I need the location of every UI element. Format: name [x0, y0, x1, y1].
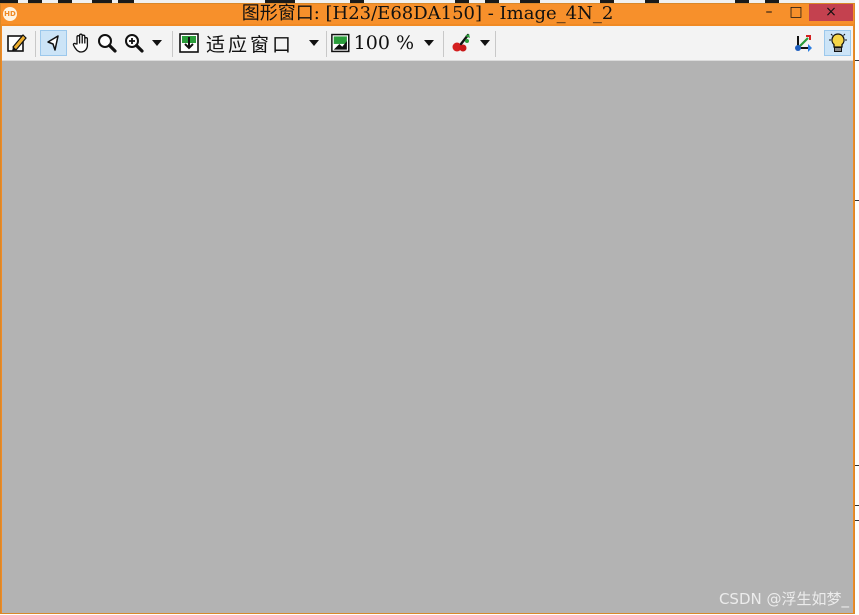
separator: [443, 31, 444, 57]
zoom-level-dropdown-button[interactable]: [419, 30, 439, 56]
chevron-down-icon: [424, 40, 434, 46]
chevron-down-icon: [309, 40, 319, 46]
separator: [326, 31, 327, 57]
zoom-dropdown-button[interactable]: [148, 30, 166, 56]
actual-size-icon: [331, 33, 350, 53]
watermark: CSDN @浮生如梦_: [718, 590, 849, 608]
edit-button[interactable]: [4, 30, 30, 56]
coordinate-axes-icon: [795, 35, 812, 52]
fit-window-label: 适应窗口: [206, 33, 295, 56]
zoom-level-label: 100 %: [353, 32, 414, 54]
magnify-tool-button[interactable]: [95, 30, 119, 56]
graphics-window: HD 图形窗口: [H23/E68DA150] - Image_4N_2 – □…: [0, 3, 855, 614]
zoom-in-button[interactable]: [121, 30, 147, 56]
background-window-edge: [855, 0, 859, 615]
toolbar: 适应窗口 100 %: [2, 26, 853, 61]
axis-coordinates-button[interactable]: [791, 30, 815, 56]
minimize-button[interactable]: –: [758, 4, 780, 21]
image-display-canvas[interactable]: CSDN @浮生如梦_: [2, 61, 853, 613]
pan-tool-button[interactable]: [69, 30, 94, 56]
pointer-tool-button[interactable]: [40, 30, 67, 56]
fit-window-icon: [179, 33, 199, 53]
hand-pan-icon: [72, 33, 88, 53]
separator: [172, 31, 173, 57]
chevron-down-icon: [152, 40, 162, 46]
magnifier-icon: [98, 34, 117, 53]
title-bar[interactable]: HD 图形窗口: [H23/E68DA150] - Image_4N_2 – □…: [1, 4, 854, 24]
lightbulb-icon: [828, 33, 847, 52]
paint-brush-color-icon: [452, 33, 470, 52]
separator: [35, 31, 36, 57]
fit-dropdown-button[interactable]: [304, 30, 324, 56]
chevron-down-icon: [480, 40, 490, 46]
color-dropdown-button[interactable]: [476, 30, 494, 56]
window-title: 图形窗口: [H23/E68DA150] - Image_4N_2: [241, 3, 614, 24]
separator: [495, 31, 496, 57]
zoom-100-button[interactable]: 100 %: [330, 30, 414, 56]
zoom-in-icon: [125, 34, 144, 53]
fit-window-button[interactable]: 适应窗口: [177, 30, 299, 56]
close-button[interactable]: ×: [809, 4, 853, 21]
maximize-button[interactable]: □: [785, 4, 807, 21]
arrow-pointer-icon: [46, 35, 59, 51]
tips-button[interactable]: [824, 30, 851, 56]
color-tool-button[interactable]: [449, 30, 475, 56]
pencil-edit-icon: [7, 34, 27, 52]
